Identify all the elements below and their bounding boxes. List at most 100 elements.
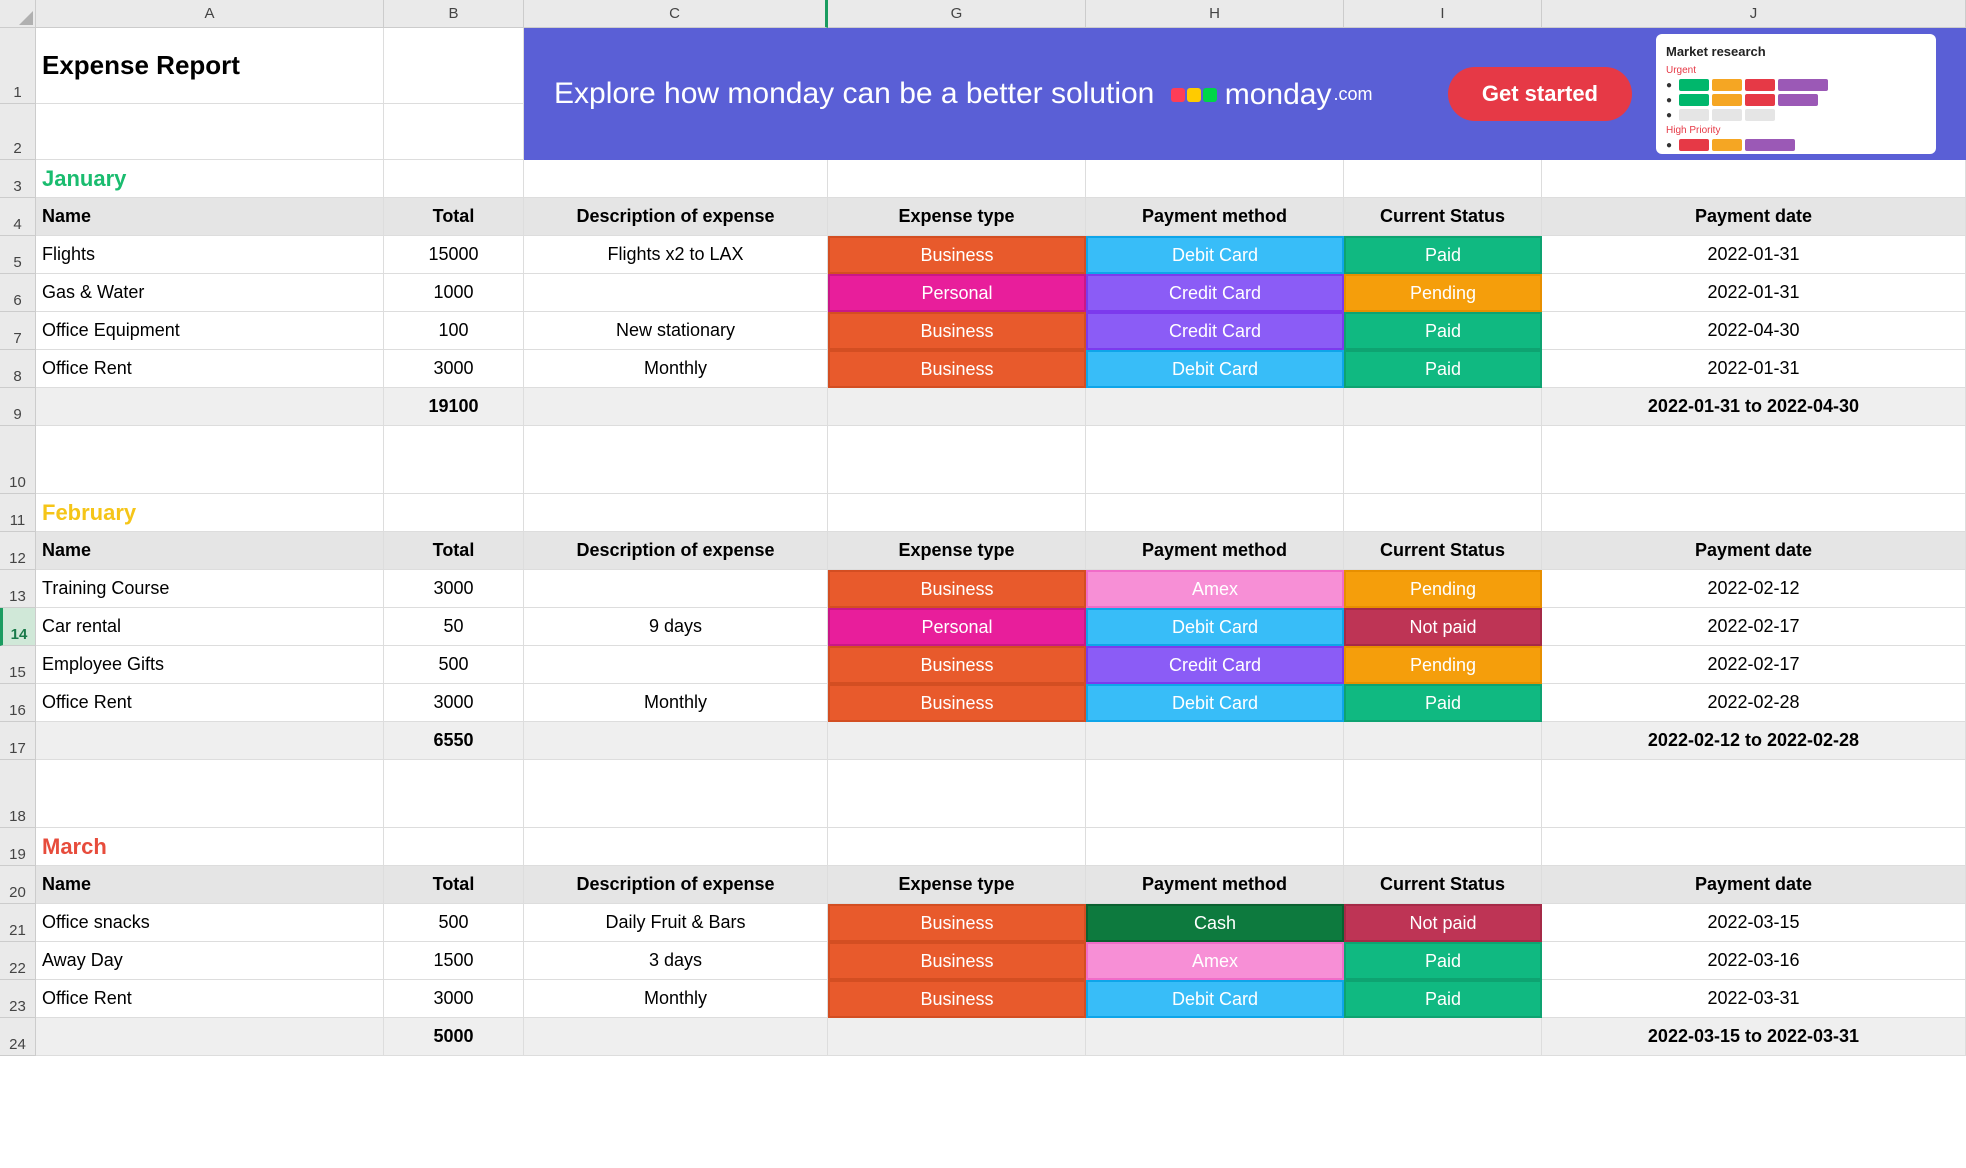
cell-C11[interactable] [524,494,828,532]
tag-expense-type[interactable]: Business [828,236,1086,274]
row-header-16[interactable]: 16 [0,684,36,722]
row-header-24[interactable]: 24 [0,1018,36,1056]
tag-expense-type[interactable]: Business [828,942,1086,980]
row-header-5[interactable]: 5 [0,236,36,274]
tag-status[interactable]: Not paid [1344,608,1542,646]
table-row[interactable]: Gas & Water [36,274,384,312]
cell-I19[interactable] [1344,828,1542,866]
tag-expense-type[interactable]: Business [828,646,1086,684]
cell-date[interactable]: 2022-02-12 [1542,570,1966,608]
th-method[interactable]: Payment method [1086,198,1344,236]
row-header-9[interactable]: 9 [0,388,36,426]
cell-A2[interactable] [36,104,384,160]
row-header-1[interactable]: 1 [0,28,36,104]
table-row[interactable]: Office Equipment [36,312,384,350]
cell-J18[interactable] [1542,760,1966,828]
cell-total[interactable]: 3000 [384,570,524,608]
table-row[interactable]: Flights [36,236,384,274]
row-header-10[interactable]: 10 [0,426,36,494]
th-total[interactable]: Total [384,198,524,236]
cell-J19[interactable] [1542,828,1966,866]
table-row[interactable]: Training Course [36,570,384,608]
col-header-J[interactable]: J [1542,0,1966,28]
th-date[interactable]: Payment date [1542,532,1966,570]
tag-status[interactable]: Paid [1344,312,1542,350]
cell-I18[interactable] [1344,760,1542,828]
cell-total[interactable]: 100 [384,312,524,350]
tag-status[interactable]: Paid [1344,350,1542,388]
cell-G11[interactable] [828,494,1086,532]
cell-desc[interactable]: 3 days [524,942,828,980]
cell-desc[interactable]: Monthly [524,350,828,388]
cell-A24[interactable] [36,1018,384,1056]
sum-total[interactable]: 19100 [384,388,524,426]
cell-total[interactable]: 1500 [384,942,524,980]
month-label-january[interactable]: January [36,160,384,198]
cell-date[interactable]: 2022-04-30 [1542,312,1966,350]
cell-C9[interactable] [524,388,828,426]
cell-J3[interactable] [1542,160,1966,198]
cell-desc[interactable]: Daily Fruit & Bars [524,904,828,942]
col-header-I[interactable]: I [1344,0,1542,28]
th-status[interactable]: Current Status [1344,198,1542,236]
cell-total[interactable]: 3000 [384,980,524,1018]
col-header-G[interactable]: G [828,0,1086,28]
tag-status[interactable]: Paid [1344,684,1542,722]
cell-B19[interactable] [384,828,524,866]
th-name[interactable]: Name [36,866,384,904]
row-header-11[interactable]: 11 [0,494,36,532]
tag-expense-type[interactable]: Personal [828,608,1086,646]
tag-status[interactable]: Not paid [1344,904,1542,942]
table-row[interactable]: Away Day [36,942,384,980]
tag-expense-type[interactable]: Business [828,570,1086,608]
tag-expense-type[interactable]: Personal [828,274,1086,312]
table-row[interactable]: Office Rent [36,350,384,388]
date-range[interactable]: 2022-01-31 to 2022-04-30 [1542,388,1966,426]
tag-expense-type[interactable]: Business [828,684,1086,722]
tag-payment-method[interactable]: Cash [1086,904,1344,942]
tag-payment-method[interactable]: Debit Card [1086,980,1344,1018]
cell-C24[interactable] [524,1018,828,1056]
cell-I10[interactable] [1344,426,1542,494]
tag-status[interactable]: Paid [1344,236,1542,274]
cell-total[interactable]: 500 [384,904,524,942]
table-row[interactable]: Office Rent [36,684,384,722]
cell-H17[interactable] [1086,722,1344,760]
row-header-13[interactable]: 13 [0,570,36,608]
cell-J11[interactable] [1542,494,1966,532]
cell-B3[interactable] [384,160,524,198]
cell-B2[interactable] [384,104,524,160]
row-header-6[interactable]: 6 [0,274,36,312]
row-header-4[interactable]: 4 [0,198,36,236]
month-label-february[interactable]: February [36,494,384,532]
row-header-2[interactable]: 2 [0,104,36,160]
cell-desc[interactable] [524,570,828,608]
th-desc[interactable]: Description of expense [524,532,828,570]
cell-desc[interactable]: Monthly [524,684,828,722]
cell-H3[interactable] [1086,160,1344,198]
cell-G19[interactable] [828,828,1086,866]
month-label-march[interactable]: March [36,828,384,866]
cell-I17[interactable] [1344,722,1542,760]
tag-status[interactable]: Paid [1344,942,1542,980]
cell-C3[interactable] [524,160,828,198]
cell-B11[interactable] [384,494,524,532]
cell-date[interactable]: 2022-01-31 [1542,350,1966,388]
tag-status[interactable]: Paid [1344,980,1542,1018]
row-header-8[interactable]: 8 [0,350,36,388]
th-date[interactable]: Payment date [1542,866,1966,904]
tag-payment-method[interactable]: Credit Card [1086,312,1344,350]
tag-expense-type[interactable]: Business [828,980,1086,1018]
cell-desc[interactable] [524,646,828,684]
cell-total[interactable]: 1000 [384,274,524,312]
cell-H9[interactable] [1086,388,1344,426]
th-date[interactable]: Payment date [1542,198,1966,236]
cell-J10[interactable] [1542,426,1966,494]
th-type[interactable]: Expense type [828,198,1086,236]
cell-C18[interactable] [524,760,828,828]
cell-H19[interactable] [1086,828,1344,866]
cell-H18[interactable] [1086,760,1344,828]
tag-payment-method[interactable]: Credit Card [1086,274,1344,312]
th-method[interactable]: Payment method [1086,866,1344,904]
cell-C19[interactable] [524,828,828,866]
